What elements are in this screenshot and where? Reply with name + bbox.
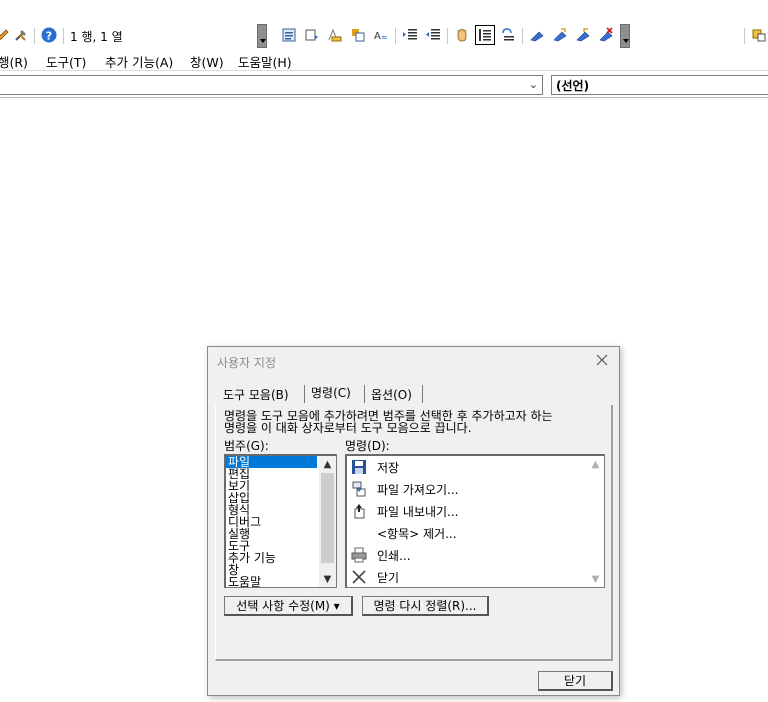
hand-icon[interactable] [453, 26, 471, 44]
toolbar-overflow-grip[interactable] [257, 24, 267, 48]
help-icon[interactable]: ? [40, 26, 58, 44]
command-label: <항목> 제거... [377, 526, 457, 541]
svg-text:≈: ≈ [381, 33, 388, 42]
indent-icon[interactable] [401, 26, 419, 44]
rearrange-commands-button[interactable]: 명령 다시 정렬(R)... [362, 596, 489, 616]
toolbar-separator [744, 28, 745, 44]
tab-toolbars[interactable]: 도구 모음(B) [219, 385, 293, 405]
export-file-icon [350, 502, 368, 520]
command-item-import[interactable]: 파일 가져오기... [347, 478, 604, 500]
menu-help[interactable]: 도움말(H) [238, 52, 292, 71]
command-label: 저장 [377, 460, 400, 475]
import-file-icon [350, 480, 368, 498]
menu-run[interactable]: 행(R) [0, 52, 28, 71]
categories-label: 범주(G): [224, 439, 269, 453]
next-bookmark-icon[interactable] [551, 26, 569, 44]
blank-icon [350, 524, 368, 542]
svg-text:A: A [374, 31, 381, 42]
commands-label: 명령(D): [345, 439, 390, 453]
toolbar-separator [63, 28, 64, 44]
save-icon [350, 458, 368, 476]
previous-bookmark-icon[interactable] [574, 26, 592, 44]
tools-icon[interactable] [12, 26, 30, 44]
customize-dialog: 사용자 지정 도구 모음(B) 명령(C) 옵션(O) 명령을 도구 모음에 추… [207, 346, 620, 696]
menu-tools[interactable]: 도구(T) [46, 52, 86, 71]
menu-add-ins[interactable]: 추가 기능(A) [105, 52, 173, 71]
categories-scrollbar[interactable]: ▲ ▼ [319, 456, 336, 587]
instructions-line: 명령을 이 대화 상자로부터 도구 모음으로 끕니다. [224, 421, 472, 435]
standard-toolbar: ? 1 행, 1 열 A ≈ [0, 0, 768, 48]
toolbar-extra-icon[interactable] [750, 26, 768, 44]
close-icon[interactable] [591, 350, 613, 370]
command-item-print[interactable]: 인쇄... [347, 544, 604, 566]
command-item-save[interactable]: 저장 [347, 456, 604, 478]
menu-window[interactable]: 창(W) [190, 52, 224, 71]
svg-text:?: ? [46, 30, 52, 43]
command-label: 인쇄... [377, 548, 411, 563]
parameter-info-icon[interactable]: A ≈ [372, 26, 390, 44]
command-label: 파일 가져오기... [377, 482, 459, 497]
scroll-up-icon[interactable]: ▲ [587, 456, 604, 472]
toolbar-separator [395, 28, 396, 44]
chevron-down-icon[interactable]: ⌄ [529, 78, 538, 91]
command-item-export[interactable]: 파일 내보내기... [347, 500, 604, 522]
object-combo[interactable]: ⌄ [0, 75, 543, 95]
modify-selection-button[interactable]: 선택 사항 수정(M) ▾ [224, 596, 353, 616]
quick-info-icon[interactable] [349, 26, 367, 44]
tab-divider [422, 385, 423, 403]
code-window-header: ⌄ (선언) [0, 72, 768, 98]
close-x-icon [350, 568, 368, 586]
scroll-down-icon[interactable]: ▼ [319, 571, 336, 587]
comment-block-icon[interactable] [475, 25, 495, 45]
tab-divider [364, 385, 365, 403]
menu-bar: 행(R) 도구(T) 추가 기능(A) 창(W) 도움말(H) [0, 49, 768, 71]
category-item[interactable]: 추가 기능 [226, 552, 317, 564]
command-label: 닫기 [377, 570, 400, 585]
command-label: 파일 내보내기... [377, 504, 459, 519]
outdent-icon[interactable] [424, 26, 442, 44]
tab-divider [304, 385, 305, 403]
uncomment-block-icon[interactable] [499, 26, 517, 44]
commands-list[interactable]: 저장 파일 가져오기... 파일 내보내기... <항목> 제거... 인쇄..… [345, 454, 605, 588]
toolbar-overflow-grip[interactable] [620, 24, 630, 48]
procedure-combo[interactable]: (선언) [551, 75, 768, 95]
commands-scrollbar[interactable]: ▲ ▼ [587, 456, 604, 587]
categories-list[interactable]: 파일 편집 보기 삽입 형식 디버그 실행 도구 추가 기능 창 도움말 ▲ ▼ [224, 454, 337, 588]
print-icon [350, 546, 368, 564]
object-browser-icon[interactable] [280, 26, 298, 44]
scrollbar-thumb[interactable] [321, 473, 334, 563]
cursor-position-label: 1 행, 1 열 [70, 30, 123, 44]
toolbar-separator [522, 28, 523, 44]
list-properties-icon[interactable] [303, 26, 321, 44]
tab-commands[interactable]: 명령(C) [307, 383, 355, 403]
command-item-remove[interactable]: <항목> 제거... [347, 522, 604, 544]
scroll-down-icon[interactable]: ▼ [587, 571, 604, 587]
clear-bookmarks-icon[interactable] [597, 26, 615, 44]
close-button[interactable]: 닫기 [538, 671, 613, 691]
instructions-text: 명령을 도구 모음에 추가하려면 범주를 선택한 후 추가하고자 하는 명령을 … [224, 410, 604, 434]
command-item-close[interactable]: 닫기 [347, 566, 604, 587]
toolbar-separator [447, 28, 448, 44]
edit-pencil-icon[interactable] [0, 26, 12, 44]
dialog-title: 사용자 지정 [217, 356, 277, 370]
tab-options[interactable]: 옵션(O) [367, 385, 416, 405]
toggle-bookmark-icon[interactable] [528, 26, 546, 44]
category-item[interactable]: 도움말 [226, 576, 317, 587]
scroll-up-icon[interactable]: ▲ [319, 456, 336, 472]
list-constants-icon[interactable] [326, 26, 344, 44]
toolbar-separator [34, 28, 35, 44]
